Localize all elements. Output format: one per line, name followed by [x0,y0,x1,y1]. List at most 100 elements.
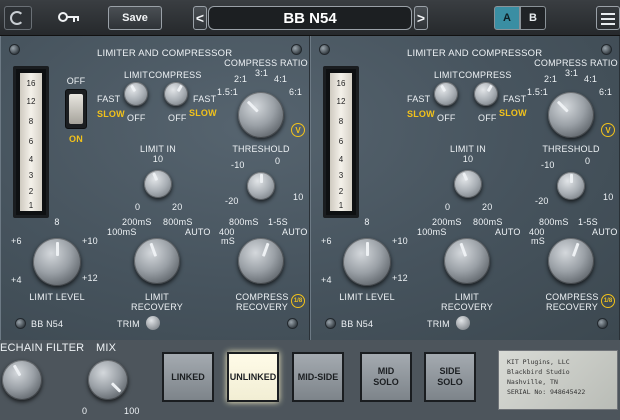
mix-knob[interactable] [88,360,128,400]
limit-mode-knob[interactable] [434,82,458,106]
mix-label: MIX [96,342,117,354]
limit-recovery-mark: 100mS [107,227,137,237]
ratio-mark: 2:1 [234,74,248,84]
serial-nameplate: KIT Plugins, LLC Blackbird Studio Nashvi… [498,350,618,410]
preset-name-display[interactable]: BB N54 [208,6,412,30]
trim-label: TRIM [117,319,140,329]
compress-recovery-mark: 800mS [229,217,259,227]
limit-in-knob[interactable] [454,170,482,198]
limit-level-mark: +12 [82,273,98,283]
limit-off-label: OFF [437,113,456,123]
compress-ratio-title: COMPRESS RATIO [224,58,308,68]
trim-knob[interactable] [456,316,470,330]
ratio-mark: 6:1 [289,87,303,97]
mid-solo-button[interactable]: MID SOLO [360,352,412,402]
trim-knob[interactable] [146,316,160,330]
power-on-label: ON [69,134,83,144]
linked-button[interactable]: LINKED [162,352,214,402]
compress-ratio-knob[interactable] [238,92,284,138]
limit-in-mark: 10 [462,154,474,164]
threshold-title: THRESHOLD [542,144,600,154]
limit-in-mark: 20 [482,202,493,212]
compress-mode-knob[interactable] [474,82,498,106]
compress-fast-label: FAST [193,94,217,104]
limit-level-mark: +12 [392,273,408,283]
mid-side-button[interactable]: MID-SIDE [292,352,344,402]
threshold-mark: -10 [541,160,555,170]
meter-tick: 8 [28,117,34,126]
limit-level-mark: +4 [321,275,332,285]
compress-recovery-knob[interactable] [548,238,594,284]
ratio-mark: 4:1 [274,74,288,84]
side-solo-button[interactable]: SIDE SOLO [424,352,476,402]
limit-label: LIMIT [123,70,149,80]
screw-icon [325,318,336,329]
limit-slow-label: SLOW [97,109,125,119]
meter-tick: 3 [28,171,34,180]
ratio-mark: 1.5:1 [217,87,239,97]
threshold-mark: 10 [603,192,614,202]
next-preset-button[interactable]: > [414,6,428,30]
ratio-mark: 3:1 [565,68,579,78]
ratio-mark: 2:1 [544,74,558,84]
ratio-badge: V [601,123,615,137]
limit-recovery-title: RECOVERY [441,302,493,312]
limit-recovery-title: RECOVERY [131,302,183,312]
limit-in-knob[interactable] [144,170,172,198]
sidechain-filter-knob[interactable] [2,360,42,400]
unlinked-button[interactable]: UNLINKED [227,352,279,402]
limit-level-title: LIMIT LEVEL [29,292,85,302]
power-toggle[interactable] [65,89,87,129]
undo-icon[interactable] [10,11,24,25]
prev-preset-button[interactable]: < [193,6,207,30]
threshold-mark: -20 [535,196,549,206]
limit-level-title: LIMIT LEVEL [339,292,395,302]
limit-recovery-mark: 200mS [432,217,462,227]
limit-recovery-mark: 800mS [473,217,503,227]
limit-level-knob[interactable] [33,238,81,286]
compress-recovery-mark: AUTO [282,227,308,237]
compress-recovery-mark: 1-5S [268,217,288,227]
limit-level-mark: 8 [54,217,60,227]
compress-recovery-mark: AUTO [592,227,618,237]
compress-recovery-title: RECOVERY [236,302,288,312]
threshold-knob[interactable] [247,172,275,200]
key-icon[interactable] [58,12,80,24]
compress-mode-knob[interactable] [164,82,188,106]
recovery-badge: 1/8 [601,294,615,308]
nameplate-line: Blackbird Studio [507,368,570,376]
threshold-mark: 10 [293,192,304,202]
limit-in-mark: 20 [172,202,183,212]
limit-level-mark: +4 [11,275,22,285]
compress-recovery-title: RECOVERY [546,302,598,312]
nameplate-line: SERIAL No: 948645422 [507,388,586,396]
threshold-knob[interactable] [557,172,585,200]
meter-tick: 4 [28,155,34,164]
limit-recovery-title: LIMIT [454,292,480,302]
limit-recovery-mark: 100mS [417,227,447,237]
bottom-control-strip: ECHAIN FILTER MIX 0 100 LINKED UNLINKED … [0,340,620,420]
screw-icon [319,44,330,55]
limit-recovery-knob[interactable] [134,238,180,284]
compress-recovery-knob[interactable] [238,238,284,284]
save-button[interactable]: Save [108,6,162,30]
limit-level-knob[interactable] [343,238,391,286]
meter-tick: 8 [338,117,344,126]
limit-mode-knob[interactable] [124,82,148,106]
limit-in-title: LIMIT IN [450,144,486,154]
limit-recovery-knob[interactable] [444,238,490,284]
compress-ratio-knob[interactable] [548,92,594,138]
ratio-mark: 4:1 [584,74,598,84]
threshold-title: THRESHOLD [232,144,290,154]
screw-icon [291,44,302,55]
compress-slow-label: SLOW [499,108,527,118]
b-compare-button[interactable]: B [520,6,546,30]
limit-in-title: LIMIT IN [140,144,176,154]
compress-off-label: OFF [478,113,497,123]
compress-label: COMPRESS [148,70,202,80]
menu-icon[interactable] [596,6,620,30]
screw-icon [9,44,20,55]
a-compare-button[interactable]: A [494,6,520,30]
meter-tick: 2 [338,187,344,196]
preset-tag: BB N54 [31,319,64,329]
